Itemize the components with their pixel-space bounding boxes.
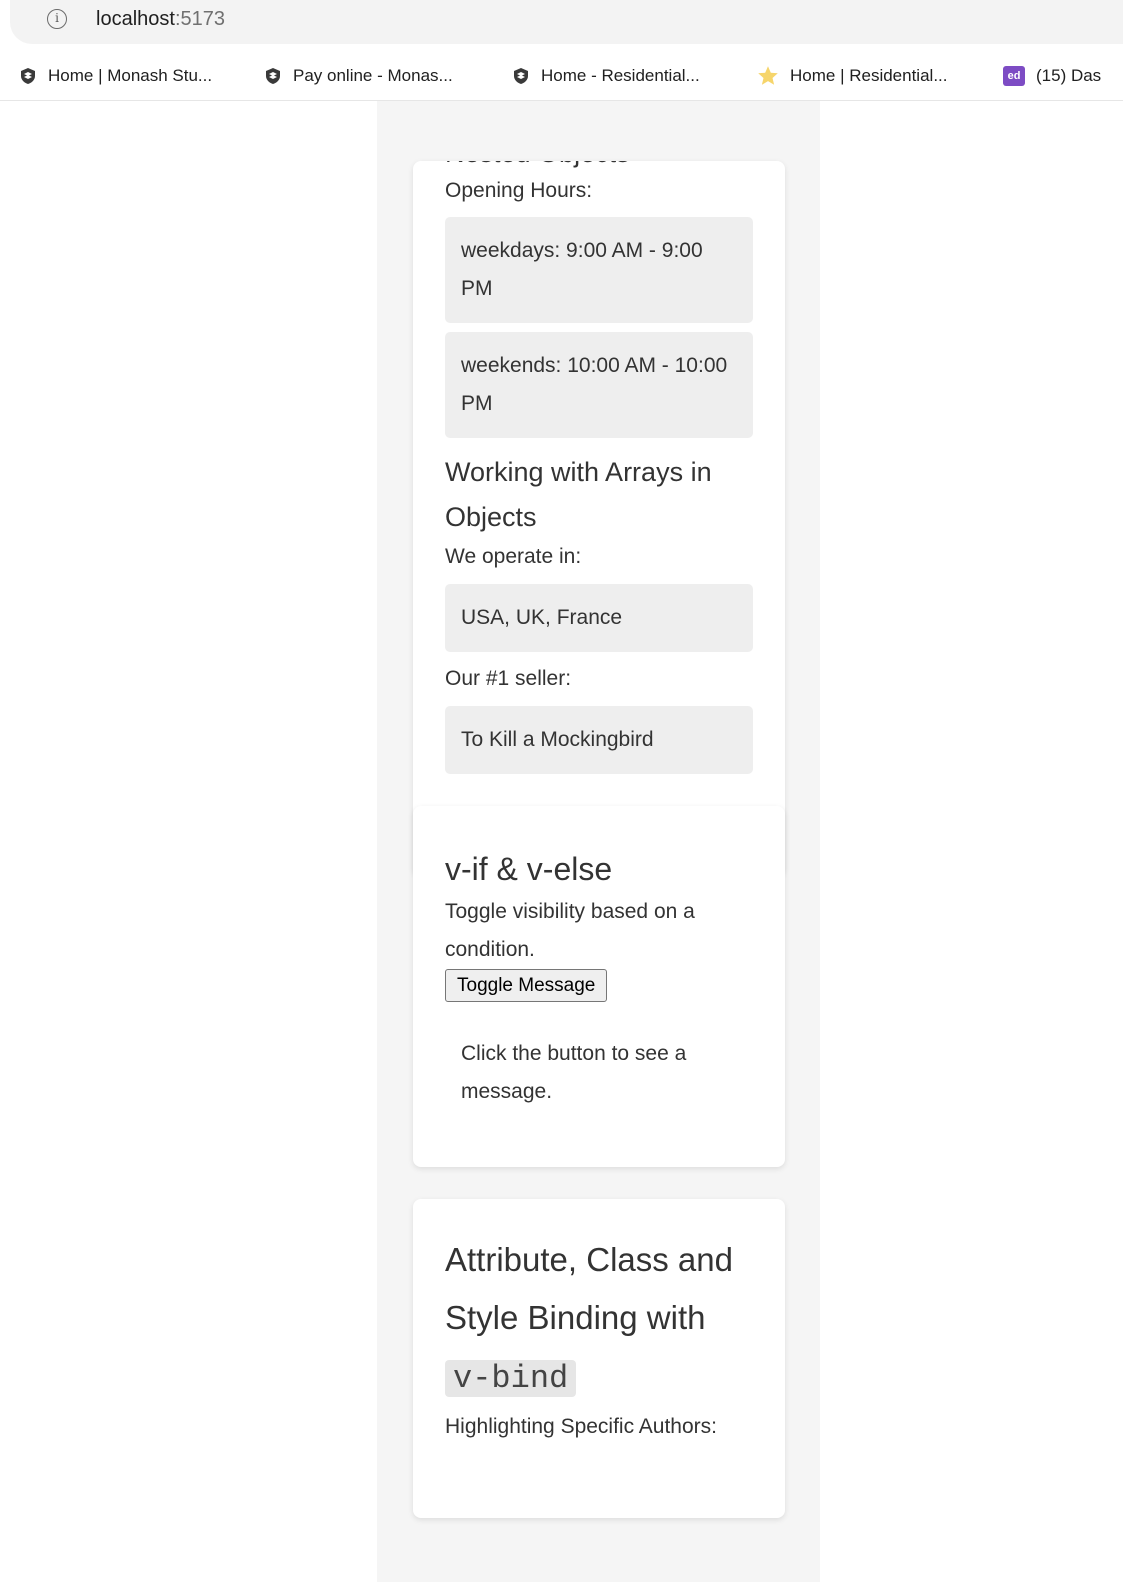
bookmark-label: Home - Residential... — [541, 66, 700, 85]
url-host: localhost — [96, 8, 175, 30]
hours-weekends: weekends: 10:00 AM - 10:00 PM — [445, 332, 753, 438]
binding-heading-text: Attribute, Class and Style Binding with — [445, 1241, 733, 1336]
address-field[interactable]: i localhost:5173 — [10, 0, 1123, 44]
vif-heading: v-if & v-else — [445, 851, 613, 887]
bookmark-ed-dashboard[interactable]: ed (15) Das — [1003, 62, 1101, 90]
toggle-message-text: Click the button to see a message. — [461, 1042, 687, 1103]
arrays-heading: Working with Arrays in Objects — [445, 457, 712, 532]
ed-icon: ed — [1003, 66, 1025, 86]
bookmark-label: (15) Das — [1036, 66, 1102, 85]
url-text[interactable]: localhost:5173 — [96, 8, 225, 31]
bookmark-label: Pay online - Monas... — [293, 66, 453, 85]
seller-label: Our #1 seller: — [445, 667, 572, 690]
bookmark-home-residential[interactable]: Home - Residential... — [512, 62, 700, 90]
countries-value: USA, UK, France — [445, 584, 753, 652]
v-bind-code: v-bind — [445, 1360, 577, 1397]
app-column: Nested Objects Opening Hours: weekdays: … — [377, 101, 820, 1582]
binding-heading: Attribute, Class and Style Binding with … — [445, 1231, 753, 1408]
bookmark-label: Home | Residential... — [790, 66, 948, 85]
card-v-if: v-if & v-else Toggle visibility based on… — [413, 806, 785, 1167]
card-v-bind: Attribute, Class and Style Binding with … — [413, 1199, 785, 1518]
binding-subtext: Highlighting Specific Authors: — [445, 1415, 717, 1438]
star-icon — [758, 66, 778, 85]
card-nested-arrays: Nested Objects Opening Hours: weekdays: … — [413, 161, 785, 875]
bookmark-pay-online[interactable]: Pay online - Monas... — [264, 62, 453, 90]
toggle-message-button[interactable]: Toggle Message — [445, 969, 608, 1002]
bookmark-residential-star[interactable]: Home | Residential... — [757, 62, 947, 90]
monash-shield-icon — [266, 68, 280, 84]
url-port: :5173 — [174, 8, 225, 30]
address-bar: i localhost:5173 — [0, 0, 1123, 44]
monash-shield-icon — [21, 68, 35, 84]
opening-hours-label: Opening Hours: — [445, 179, 593, 202]
bookmarks-bar: Home | Monash Stu... Pay online - Monas.… — [0, 52, 1123, 101]
seller-value: To Kill a Mockingbird — [445, 706, 753, 774]
operate-label: We operate in: — [445, 545, 582, 568]
info-icon[interactable]: i — [47, 9, 67, 29]
vif-description: Toggle visibility based on a condition. — [445, 900, 695, 961]
bookmark-monash-student[interactable]: Home | Monash Stu... — [19, 62, 212, 90]
bookmark-label: Home | Monash Stu... — [48, 66, 213, 85]
monash-shield-icon — [514, 68, 528, 84]
hours-weekdays: weekdays: 9:00 AM - 9:00 PM — [445, 217, 753, 323]
